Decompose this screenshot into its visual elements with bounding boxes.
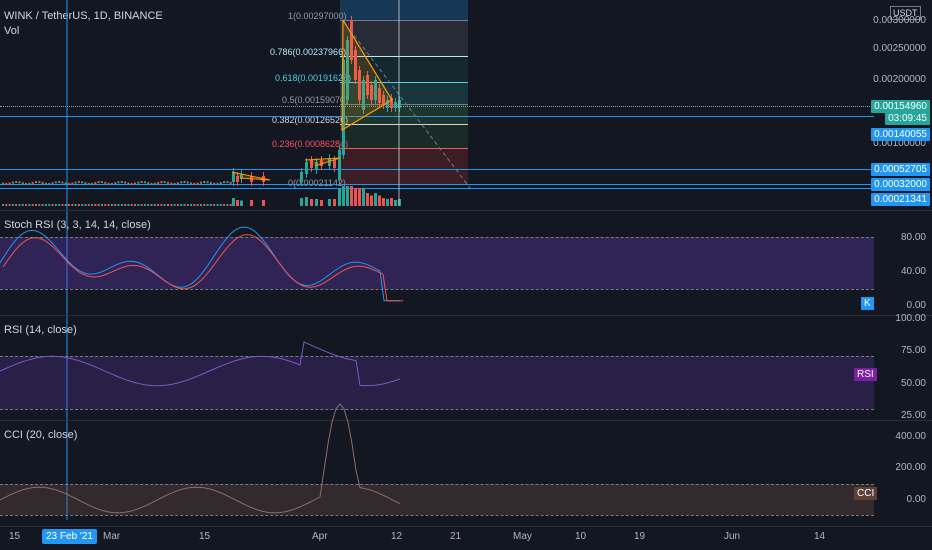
price-tag-52705: 0.00052705 [871, 163, 930, 176]
time-label-jun: Jun [724, 531, 741, 542]
rsi-axis-75: 75.00 [900, 345, 926, 356]
price-tag-21341: 0.00021341 [871, 193, 930, 206]
rsi-axis-50: 50.00 [900, 378, 926, 389]
price-label-0003: 0.00300000 [873, 15, 926, 26]
time-label-10may: 10 [575, 531, 587, 542]
price-label-00025: 0.00250000 [873, 43, 926, 54]
cci-line [0, 403, 401, 514]
time-label-mar: Mar [103, 531, 121, 542]
cci-axis-400: 400.00 [895, 431, 926, 442]
stoch-axis-40: 40.00 [900, 266, 926, 277]
countdown-tag: 03:09:45 [885, 112, 930, 125]
time-label-15mar: 15 [199, 531, 211, 542]
time-label-21apr: 21 [450, 531, 462, 542]
time-label-19may: 19 [634, 531, 646, 542]
indicator-lines [0, 226, 403, 514]
cci-axis-0: 0.00 [906, 494, 926, 505]
price-tag-32000: 0.00032000 [871, 178, 930, 191]
stoch-axis-80: 80.00 [900, 232, 926, 243]
time-axis[interactable] [0, 527, 874, 550]
rsi-axis-100: 100.00 [895, 313, 926, 324]
stoch-d-line [2, 234, 403, 302]
time-label-14jun: 14 [814, 531, 826, 542]
crosshair-date-tag: 23 Feb '21 [42, 529, 97, 544]
price-label-0002: 0.00200000 [873, 74, 926, 85]
time-label-apr: Apr [312, 531, 328, 542]
stoch-axis-0: 0.00 [906, 300, 926, 311]
rsi-line [0, 341, 401, 387]
time-label-may: May [513, 531, 532, 542]
stoch-k-line [0, 226, 400, 302]
price-tag-140055: 0.00140055 [871, 128, 930, 141]
time-label-12apr: 12 [391, 531, 403, 542]
cci-axis-200: 200.00 [895, 462, 926, 473]
time-label-15feb: 15 [9, 531, 21, 542]
